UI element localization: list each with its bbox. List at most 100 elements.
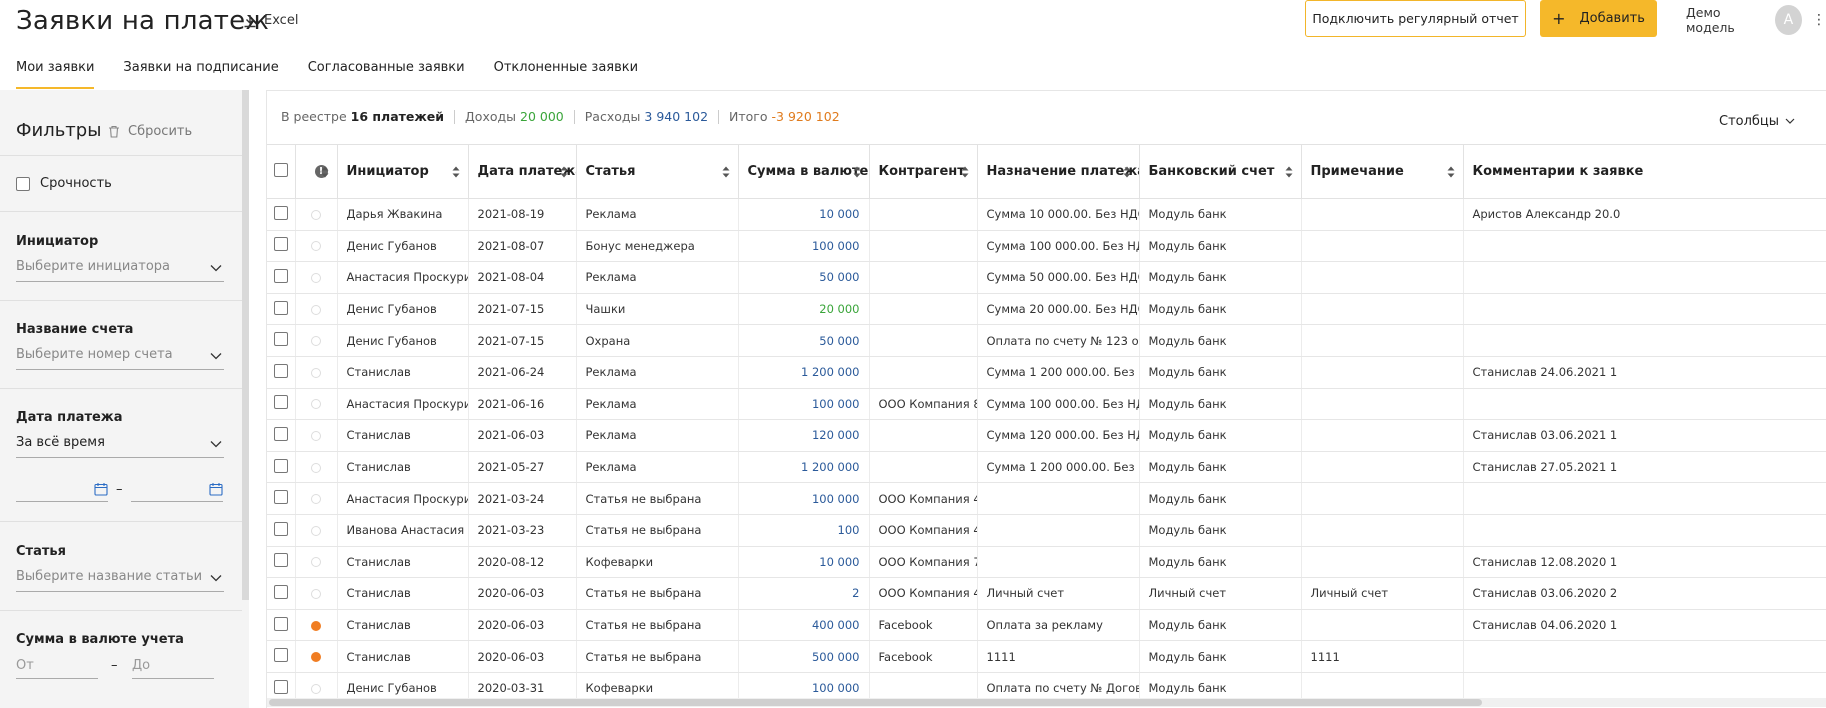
article-select[interactable]: Выберите название статьи	[16, 566, 224, 592]
row-select-cell[interactable]	[267, 514, 296, 547]
sort-icon[interactable]	[1285, 166, 1293, 178]
row-checkbox[interactable]	[273, 553, 288, 568]
amount-to-input[interactable]: До	[132, 655, 214, 679]
urgency-column-header[interactable]: !	[295, 144, 338, 199]
table-row[interactable]: Станислав 2020-06-03 Статья не выбрана 2 ООО…	[267, 577, 1826, 610]
select-all-cell[interactable]	[267, 144, 296, 199]
sort-icon[interactable]	[560, 166, 568, 178]
row-select-cell[interactable]	[267, 482, 296, 515]
reset-filters-button[interactable]: Сбросить	[108, 124, 192, 139]
table-row[interactable]: Станислав 2020-06-03 Статья не выбрана 500 …	[267, 640, 1826, 673]
columns-dropdown-button[interactable]: Столбцы	[1719, 114, 1795, 129]
initiator-select[interactable]: Выберите инициатора	[16, 256, 224, 282]
tab-my-requests[interactable]: Мои заявки	[16, 60, 95, 90]
row-select-cell[interactable]	[267, 419, 296, 452]
row-checkbox[interactable]	[273, 490, 288, 505]
date-to-input[interactable]	[131, 478, 223, 502]
cell-counterparty	[869, 198, 978, 231]
column-header[interactable]: Контрагент	[869, 144, 978, 199]
date-from-input[interactable]	[16, 478, 108, 502]
tab-rejected[interactable]: Отклоненные заявки	[494, 60, 638, 90]
table-row[interactable]: Денис Губанов 2020-03-31 Кофеварки 100 000 О…	[267, 672, 1826, 699]
row-select-cell[interactable]	[267, 672, 296, 699]
row-select-cell[interactable]	[267, 451, 296, 484]
account-select[interactable]: Выберите номер счета	[16, 344, 224, 370]
row-checkbox[interactable]	[273, 426, 288, 441]
connect-report-button[interactable]: Подключить регулярный отчет	[1305, 0, 1526, 37]
sort-icon[interactable]	[722, 166, 730, 178]
table-row[interactable]: Станислав 2021-05-27 Реклама 1 200 000 Сумма…	[267, 451, 1826, 484]
column-header[interactable]: Комментарии к заявке	[1463, 144, 1826, 199]
sort-icon[interactable]	[1447, 166, 1455, 178]
row-checkbox[interactable]	[273, 679, 288, 694]
row-checkbox[interactable]	[273, 395, 288, 410]
column-header[interactable]: Примечание	[1301, 144, 1464, 199]
add-button[interactable]: + Добавить	[1540, 0, 1657, 37]
row-checkbox[interactable]	[273, 332, 288, 347]
row-select-cell[interactable]	[267, 640, 296, 673]
scrollbar-thumb[interactable]	[242, 90, 249, 600]
table-row[interactable]: Станислав 2020-06-03 Статья не выбрана 400 …	[267, 609, 1826, 642]
row-checkbox[interactable]	[273, 648, 288, 663]
more-vertical-icon[interactable]: ⋮	[1812, 12, 1826, 28]
row-checkbox[interactable]	[273, 458, 288, 473]
avatar[interactable]: A	[1774, 5, 1802, 35]
sort-icon[interactable]	[853, 166, 861, 178]
row-select-cell[interactable]	[267, 261, 296, 294]
row-select-cell[interactable]	[267, 230, 296, 263]
row-checkbox[interactable]	[273, 300, 288, 315]
user-menu[interactable]: Демо модель A ⋮	[1686, 5, 1826, 35]
cell-amount: 100 000	[738, 230, 870, 263]
table-row[interactable]: Станислав 2021-06-24 Реклама 1 200 000 Сумма…	[267, 356, 1826, 389]
row-checkbox[interactable]	[273, 584, 288, 599]
row-checkbox[interactable]	[273, 205, 288, 220]
row-select-cell[interactable]	[267, 609, 296, 642]
horizontal-scrollbar[interactable]	[267, 698, 1826, 707]
cell-purpose	[977, 546, 1140, 579]
sort-icon[interactable]	[452, 166, 460, 178]
table-row[interactable]: Анастасия Проскурина2021-06-16Реклама100…	[267, 388, 1826, 421]
urgency-checkbox[interactable]: Срочность	[16, 176, 112, 191]
column-header[interactable]: Дата платежа	[468, 144, 577, 199]
table-row[interactable]: Денис Губанов 2021-07-15 Охрана 50 000 Оплат…	[267, 324, 1826, 357]
row-select-cell[interactable]	[267, 356, 296, 389]
amount-from-input[interactable]: От	[16, 655, 98, 679]
row-select-cell[interactable]	[267, 324, 296, 357]
column-header[interactable]: Сумма в валюте учета	[738, 144, 870, 199]
sort-icon[interactable]	[321, 166, 329, 178]
row-select-cell[interactable]	[267, 198, 296, 231]
excel-export-link[interactable]: Excel	[243, 13, 298, 28]
table-row[interactable]: Иванова Анастасия 2021-03-23 Статья не выб…	[267, 514, 1826, 547]
date-period-select[interactable]: За всё время	[16, 432, 224, 458]
table-row[interactable]: Станислав 2021-06-03 Реклама 120 000 Сумма 1…	[267, 419, 1826, 452]
column-header[interactable]: Назначение платежа	[977, 144, 1140, 199]
row-select-cell[interactable]	[267, 293, 296, 326]
table-row[interactable]: Денис Губанов 2021-07-15 Чашки 20 000 Сумма …	[267, 293, 1826, 326]
column-header[interactable]: Инициатор	[337, 144, 469, 199]
checkbox[interactable]	[16, 176, 30, 191]
sidebar-scrollbar[interactable]	[242, 90, 249, 708]
column-header[interactable]: Банковский счет	[1139, 144, 1302, 199]
scrollbar-thumb[interactable]	[269, 699, 1482, 706]
sort-icon[interactable]	[1123, 166, 1131, 178]
sort-icon[interactable]	[961, 166, 969, 178]
row-checkbox[interactable]	[273, 237, 288, 252]
row-select-cell[interactable]	[267, 388, 296, 421]
table-row[interactable]: Анастасия Проскурина2021-03-24Статья не …	[267, 482, 1826, 515]
table-row[interactable]: Анастасия Проскурина2021-08-04Реклама50 …	[267, 261, 1826, 294]
amount-range-dash: –	[111, 658, 118, 673]
select-all-checkbox[interactable]	[273, 162, 288, 177]
row-checkbox[interactable]	[273, 268, 288, 283]
row-checkbox[interactable]	[273, 616, 288, 631]
row-checkbox[interactable]	[273, 521, 288, 536]
table-row[interactable]: Дарья Жвакина 2021-08-19 Реклама 10 000 Сумм…	[267, 198, 1826, 231]
status-dot-icon	[311, 209, 321, 220]
table-row[interactable]: Денис Губанов 2021-08-07 Бонус менеджера 10…	[267, 230, 1826, 263]
column-header[interactable]: Статья	[576, 144, 739, 199]
tab-approved[interactable]: Согласованные заявки	[308, 60, 465, 90]
tab-for-signing[interactable]: Заявки на подписание	[123, 60, 278, 90]
row-checkbox[interactable]	[273, 363, 288, 378]
table-row[interactable]: Станислав 2020-08-12 Кофеварки 10 000 ООО Ко…	[267, 546, 1826, 579]
row-select-cell[interactable]	[267, 577, 296, 610]
row-select-cell[interactable]	[267, 546, 296, 579]
